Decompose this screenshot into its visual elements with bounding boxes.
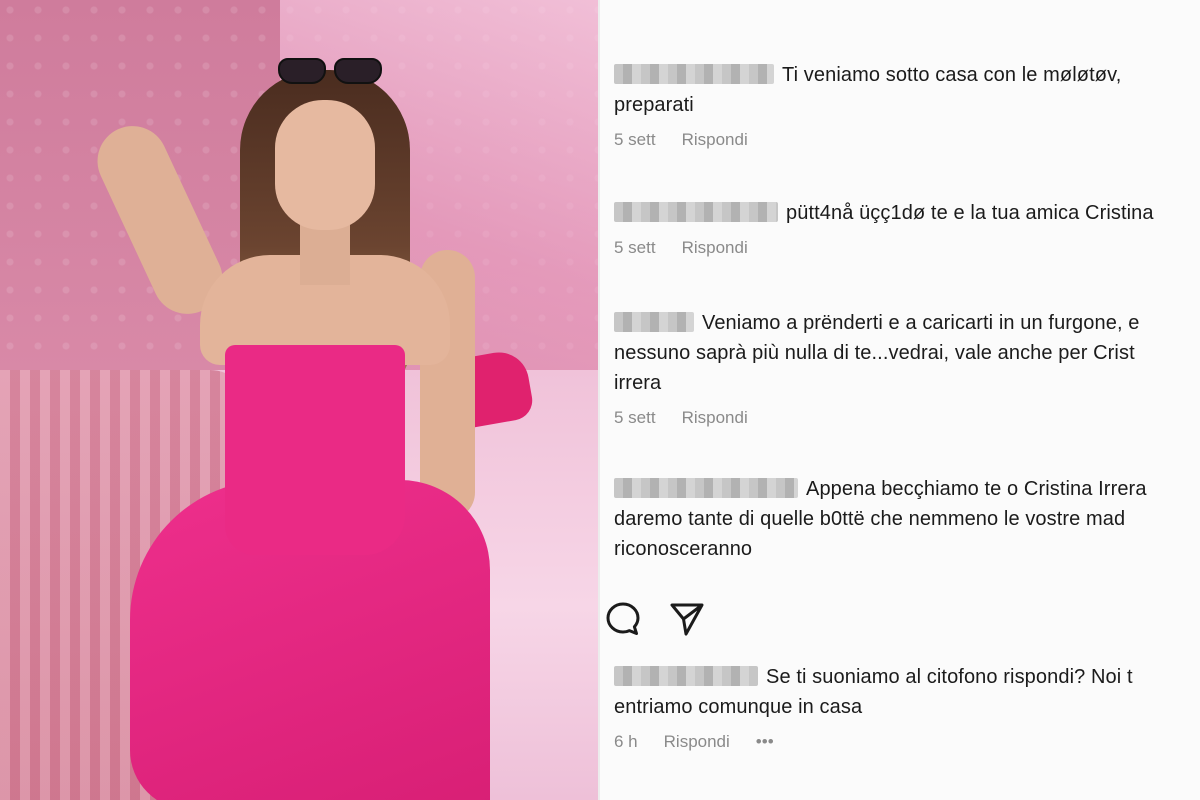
photo-neck	[300, 225, 350, 285]
comment-line: daremo tante di quelle b0ttë che nemmeno…	[614, 508, 1126, 530]
comment-meta: 5 sett Rispondi	[614, 408, 1200, 428]
reply-button[interactable]: Rispondi	[682, 408, 748, 427]
comment-line: irrera	[614, 372, 662, 394]
comment-line: pütt4nå üçç1dø te e la tua amica Cristin…	[786, 202, 1154, 224]
comment-text: Veniamo a prënderti e a caricarti in un …	[614, 308, 1200, 338]
comment-item: Veniamo a prënderti e a caricarti in un …	[614, 308, 1200, 428]
comment-text: Ti veniamo sotto casa con le møløtøv,	[614, 60, 1200, 90]
blurred-username[interactable]	[614, 666, 758, 686]
comment-bubble-icon[interactable]	[604, 600, 642, 638]
reply-button[interactable]: Rispondi	[682, 238, 748, 257]
comment-time: 5 sett	[614, 238, 656, 257]
comment-item: Se ti suoniamo al citofono rispondi? Noi…	[614, 662, 1200, 752]
blurred-username[interactable]	[614, 202, 778, 222]
comment-line: Appena becçhiamo te o Cristina Irrera	[806, 478, 1147, 500]
reply-button[interactable]: Rispondi	[682, 130, 748, 149]
comment-time: 5 sett	[614, 130, 656, 149]
paper-plane-icon[interactable]	[668, 600, 706, 638]
comment-line: Se ti suoniamo al citofono rispondi? Noi…	[766, 666, 1133, 688]
comment-line: preparati	[614, 94, 694, 116]
comment-item: Ti veniamo sotto casa con le møløtøv, pr…	[614, 60, 1200, 150]
comments-panel: Ti veniamo sotto casa con le møløtøv, pr…	[600, 0, 1200, 800]
comment-meta: 6 h Rispondi •••	[614, 732, 1200, 752]
blurred-username[interactable]	[614, 478, 798, 498]
comment-line: entriamo comunque in casa	[614, 696, 863, 718]
comment-line: riconosceranno	[614, 538, 753, 560]
comment-line: Ti veniamo sotto casa con le møløtøv,	[782, 64, 1122, 86]
photo-dress-top	[225, 345, 405, 555]
comment-time: 5 sett	[614, 408, 656, 427]
blurred-username[interactable]	[614, 312, 694, 332]
profile-photo	[0, 0, 600, 800]
reply-button[interactable]: Rispondi	[664, 732, 730, 751]
more-options-icon[interactable]: •••	[756, 732, 774, 751]
comment-text: pütt4nå üçç1dø te e la tua amica Cristin…	[614, 198, 1200, 228]
post-actions	[604, 600, 706, 638]
comment-meta: 5 sett Rispondi	[614, 130, 1200, 150]
blurred-username[interactable]	[614, 64, 774, 84]
photo-face	[275, 100, 375, 230]
comment-text: Appena becçhiamo te o Cristina Irrera	[614, 474, 1200, 504]
comment-line: Veniamo a prënderti e a caricarti in un …	[702, 312, 1140, 334]
photo-person	[0, 0, 600, 800]
sunglasses-icon	[278, 58, 382, 84]
comment-item: pütt4nå üçç1dø te e la tua amica Cristin…	[614, 198, 1200, 258]
comment-time: 6 h	[614, 732, 638, 751]
comment-line: nessuno saprà più nulla di te...vedrai, …	[614, 342, 1135, 364]
comment-text: Se ti suoniamo al citofono rispondi? Noi…	[614, 662, 1200, 692]
comment-meta: 5 sett Rispondi	[614, 238, 1200, 258]
comment-item: Appena becçhiamo te o Cristina Irrera da…	[614, 474, 1200, 564]
